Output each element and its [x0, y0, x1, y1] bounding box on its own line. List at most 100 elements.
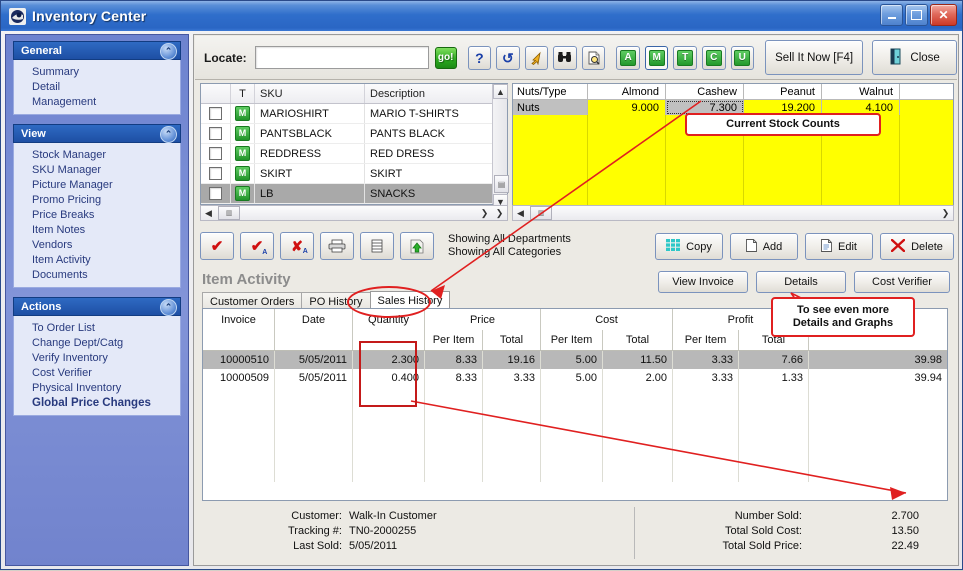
- sidebar-group-view-header[interactable]: View ⌃: [13, 124, 181, 143]
- check-icon[interactable]: ✔: [200, 232, 234, 260]
- table-row[interactable]: M PANTSBLACK PANTS BLACK: [201, 124, 507, 144]
- row-checkbox-cell[interactable]: [201, 184, 231, 203]
- scroll-up-icon[interactable]: ▲: [493, 84, 508, 99]
- checkbox[interactable]: [209, 147, 222, 160]
- item-grid[interactable]: T SKU Description M MARIOSHIRT MARIO T-S…: [200, 83, 509, 209]
- binoculars-icon[interactable]: [553, 45, 577, 70]
- col-price[interactable]: Price: [425, 309, 541, 330]
- item-grid-col-type[interactable]: T: [231, 84, 255, 103]
- sub-price-total[interactable]: Total: [483, 330, 541, 350]
- sidebar-item-picture-manager[interactable]: Picture Manager: [14, 177, 180, 192]
- cost-verifier-button[interactable]: Cost Verifier: [854, 271, 950, 293]
- table-row[interactable]: M SKIRT SKIRT: [201, 164, 507, 184]
- chevron-up-icon[interactable]: ⌃: [160, 126, 177, 143]
- sub-cost-total[interactable]: Total: [603, 330, 673, 350]
- item-grid-col-sku[interactable]: SKU: [255, 84, 365, 103]
- minimize-button[interactable]: [880, 4, 903, 26]
- checkbox[interactable]: [209, 167, 222, 180]
- copy-button[interactable]: Copy: [655, 233, 723, 260]
- filter-u-button[interactable]: U: [730, 45, 755, 70]
- stock-col-cashew[interactable]: Cashew: [666, 84, 744, 99]
- upload-icon[interactable]: [400, 232, 434, 260]
- col-date[interactable]: Date: [275, 309, 353, 330]
- sidebar-item-detail[interactable]: Detail: [14, 79, 180, 94]
- stock-col-walnut[interactable]: Walnut: [822, 84, 900, 99]
- item-grid-horizontal-scrollbar[interactable]: ◀ ▥ ❯ ❯: [200, 205, 508, 221]
- export-arrow-icon[interactable]: [524, 45, 549, 70]
- scroll-thumb[interactable]: ▤: [494, 175, 509, 193]
- check-all-icon[interactable]: ✔ A: [240, 232, 274, 260]
- filter-m-button[interactable]: M: [644, 45, 669, 70]
- table-row[interactable]: M MARIOSHIRT MARIO T-SHIRTS: [201, 104, 507, 124]
- filter-t-button[interactable]: T: [673, 45, 697, 70]
- row-checkbox-cell[interactable]: [201, 124, 231, 143]
- sub-cost-per-item[interactable]: Per Item: [541, 330, 603, 350]
- print-icon[interactable]: [320, 232, 354, 260]
- scroll-left-icon[interactable]: ◀: [201, 208, 216, 219]
- filter-a-button[interactable]: A: [616, 45, 640, 70]
- sidebar-item-stock-manager[interactable]: Stock Manager: [14, 147, 180, 162]
- col-cost[interactable]: Cost: [541, 309, 673, 330]
- sidebar-item-physical-inventory[interactable]: Physical Inventory: [14, 380, 180, 395]
- checkbox[interactable]: [209, 187, 222, 200]
- sidebar-item-price-breaks[interactable]: Price Breaks: [14, 207, 180, 222]
- close-window-button[interactable]: Close: [872, 40, 958, 75]
- chevron-up-icon[interactable]: ⌃: [160, 43, 177, 60]
- checkbox[interactable]: [209, 127, 222, 140]
- sidebar-group-actions-header[interactable]: Actions ⌃: [13, 297, 181, 316]
- sidebar-item-summary[interactable]: Summary: [14, 64, 180, 79]
- col-invoice[interactable]: Invoice: [203, 309, 275, 330]
- row-checkbox-cell[interactable]: [201, 164, 231, 183]
- maximize-button[interactable]: [905, 4, 928, 26]
- delete-button[interactable]: Delete: [880, 233, 954, 260]
- table-row-selected[interactable]: 10000510 5/05/2011 2.300 8.33 19.16 5.00…: [203, 351, 947, 369]
- stock-col-nuts-type[interactable]: Nuts/Type: [513, 84, 588, 99]
- scroll-left-icon[interactable]: ◀: [513, 208, 528, 219]
- sub-profit-per-item[interactable]: Per Item: [673, 330, 739, 350]
- stock-counts-panel[interactable]: Nuts/Type Almond Cashew Peanut Walnut Nu…: [512, 83, 954, 207]
- uncheck-all-icon[interactable]: ✘ A: [280, 232, 314, 260]
- sidebar-item-item-activity[interactable]: Item Activity: [14, 252, 180, 267]
- hscroll-thumb[interactable]: ▥: [530, 206, 552, 220]
- scroll-down-page-icon[interactable]: ❯: [492, 208, 507, 219]
- scroll-right-icon[interactable]: ❯: [938, 208, 953, 219]
- edit-button[interactable]: Edit: [805, 233, 873, 260]
- list-icon[interactable]: [360, 232, 394, 260]
- close-button[interactable]: ✕: [930, 4, 957, 26]
- item-grid-col-description[interactable]: Description: [365, 84, 507, 103]
- sidebar-item-promo-pricing[interactable]: Promo Pricing: [14, 192, 180, 207]
- stock-col-almond[interactable]: Almond: [588, 84, 666, 99]
- sell-it-now-button[interactable]: Sell It Now [F4]: [765, 40, 864, 75]
- refresh-icon[interactable]: ↺: [496, 45, 520, 70]
- checkbox[interactable]: [209, 107, 222, 120]
- view-invoice-button[interactable]: View Invoice: [658, 271, 748, 293]
- help-icon[interactable]: ?: [467, 45, 492, 70]
- stock-horizontal-scrollbar[interactable]: ◀ ▥ ❯: [512, 205, 954, 221]
- table-row[interactable]: 10000509 5/05/2011 0.400 8.33 3.33 5.00 …: [203, 369, 947, 387]
- sidebar-item-cost-verifier[interactable]: Cost Verifier: [14, 365, 180, 380]
- preview-search-icon[interactable]: [581, 45, 606, 70]
- chevron-up-icon[interactable]: ⌃: [160, 299, 177, 316]
- add-button[interactable]: Add: [730, 233, 798, 260]
- item-grid-vertical-scrollbar[interactable]: ▲ ▤ ▼: [492, 84, 509, 209]
- sidebar-item-verify-inventory[interactable]: Verify Inventory: [14, 350, 180, 365]
- go-button[interactable]: go!: [434, 46, 457, 69]
- sidebar-item-change-dept-catg[interactable]: Change Dept/Catg: [14, 335, 180, 350]
- scroll-right-icon[interactable]: ❯: [477, 208, 492, 219]
- row-checkbox-cell[interactable]: [201, 104, 231, 123]
- sidebar-item-to-order-list[interactable]: To Order List: [14, 320, 180, 335]
- table-row[interactable]: M REDDRESS RED DRESS: [201, 144, 507, 164]
- details-button[interactable]: Details: [756, 271, 846, 293]
- sidebar-item-documents[interactable]: Documents: [14, 267, 180, 282]
- sidebar-item-item-notes[interactable]: Item Notes: [14, 222, 180, 237]
- hscroll-thumb[interactable]: ▥: [218, 206, 240, 220]
- sidebar-item-vendors[interactable]: Vendors: [14, 237, 180, 252]
- table-row-selected[interactable]: M LB SNACKS: [201, 184, 507, 204]
- locate-input[interactable]: [254, 46, 429, 69]
- stock-col-peanut[interactable]: Peanut: [744, 84, 822, 99]
- sidebar-item-management[interactable]: Management: [14, 94, 180, 109]
- sub-price-per-item[interactable]: Per Item: [425, 330, 483, 350]
- sidebar-item-global-price-changes[interactable]: Global Price Changes: [14, 395, 180, 410]
- row-checkbox-cell[interactable]: [201, 144, 231, 163]
- filter-c-button[interactable]: C: [701, 45, 726, 70]
